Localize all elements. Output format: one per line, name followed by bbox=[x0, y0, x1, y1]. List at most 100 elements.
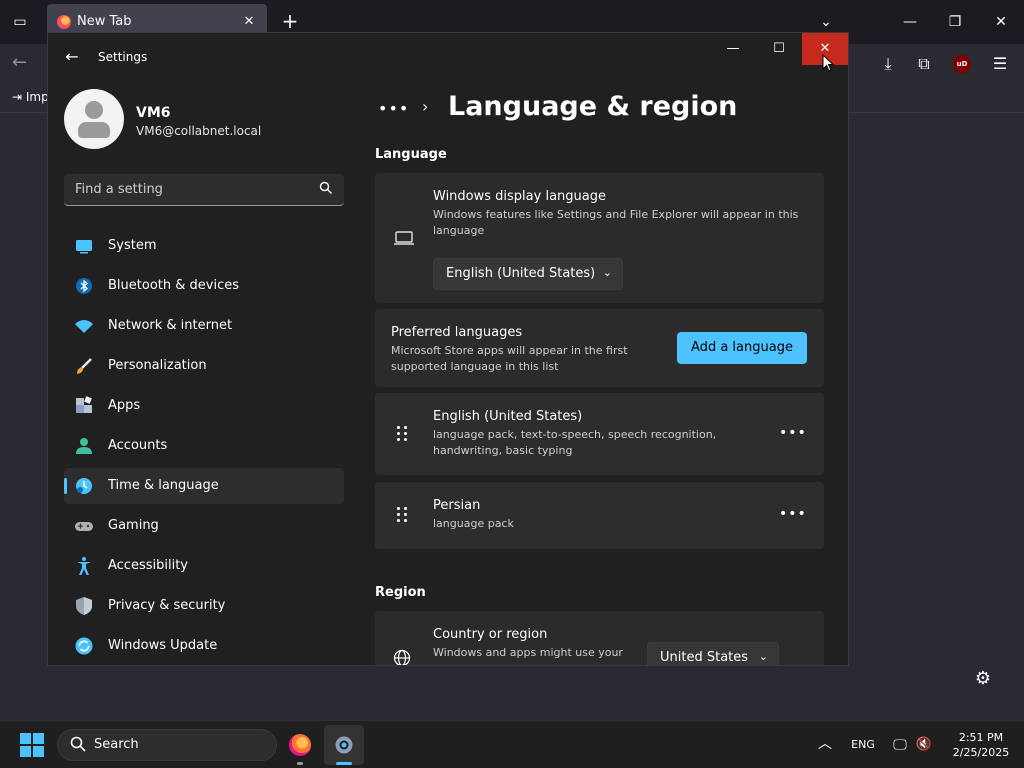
time-language-icon bbox=[74, 476, 94, 496]
minimize-button[interactable]: — bbox=[710, 33, 756, 65]
clock-date: 2/25/2025 bbox=[952, 746, 1010, 759]
display-language-card: Windows display language Windows feature… bbox=[375, 173, 824, 303]
search-icon bbox=[70, 736, 86, 756]
close-tab-button[interactable]: ✕ bbox=[239, 12, 259, 32]
add-language-button[interactable]: Add a language bbox=[677, 332, 807, 364]
language-item-persian[interactable]: Persian language pack ••• bbox=[375, 482, 824, 549]
sidebar-item-windows-update[interactable]: Windows Update bbox=[64, 628, 344, 664]
country-region-value: United States bbox=[660, 650, 749, 665]
bluetooth-icon bbox=[74, 276, 94, 296]
app-title: Settings bbox=[98, 50, 148, 64]
firefox-favicon-icon bbox=[57, 15, 71, 29]
hamburger-menu-icon[interactable]: ☰ bbox=[988, 52, 1012, 76]
start-button[interactable] bbox=[20, 733, 44, 757]
system-icon bbox=[74, 236, 94, 256]
breadcrumb-chevron-icon: › bbox=[422, 97, 429, 116]
sidebar-item-accessibility[interactable]: Accessibility bbox=[64, 548, 344, 584]
display-language-dropdown[interactable]: English (United States) ⌄ bbox=[433, 258, 623, 290]
taskbar-firefox-button[interactable] bbox=[280, 725, 320, 765]
clock[interactable]: 2:51 PM 2/25/2025 bbox=[948, 721, 1014, 768]
language-name: Persian bbox=[433, 498, 481, 513]
chevron-down-icon: ⌄ bbox=[602, 266, 612, 279]
more-options-button[interactable]: ••• bbox=[779, 506, 807, 522]
sidebar-item-label: Personalization bbox=[108, 358, 207, 373]
browser-restore-button[interactable]: ❐ bbox=[941, 8, 969, 36]
laptop-icon bbox=[393, 230, 414, 246]
avatar-head bbox=[85, 101, 103, 119]
accessibility-icon bbox=[74, 556, 94, 576]
settings-gear-icon bbox=[333, 734, 355, 756]
sidebar-item-apps[interactable]: Apps bbox=[64, 388, 344, 424]
profile-name: VM6 bbox=[136, 105, 171, 121]
downloads-icon[interactable]: ⤓ bbox=[876, 52, 900, 76]
network-icon[interactable]: 🖵 bbox=[890, 721, 910, 768]
search-icon[interactable] bbox=[318, 181, 334, 197]
running-indicator bbox=[297, 762, 303, 765]
ublock-origin-icon[interactable]: uD bbox=[953, 55, 971, 73]
sidebar-item-system[interactable]: System bbox=[64, 228, 344, 264]
language-name: English (United States) bbox=[433, 409, 583, 424]
sidebar-item-label: Time & language bbox=[108, 478, 219, 493]
sidebar-item-network[interactable]: Network & internet bbox=[64, 308, 344, 344]
sidebar-item-label: Privacy & security bbox=[108, 598, 226, 613]
sidebar-item-label: Bluetooth & devices bbox=[108, 278, 239, 293]
maximize-button[interactable]: ☐ bbox=[756, 33, 802, 65]
sidebar-item-gaming[interactable]: Gaming bbox=[64, 508, 344, 544]
gaming-icon bbox=[74, 516, 94, 536]
sidebar-item-personalization[interactable]: Personalization bbox=[64, 348, 344, 384]
browser-tab-title: New Tab bbox=[77, 14, 132, 29]
profile-email: VM6@collabnet.local bbox=[136, 124, 262, 138]
back-arrow-icon[interactable]: ← bbox=[62, 47, 82, 67]
avatar-body bbox=[78, 122, 110, 138]
clock-time: 2:51 PM bbox=[958, 731, 1004, 744]
chevron-down-icon: ⌄ bbox=[758, 650, 768, 663]
sidebar-item-bluetooth[interactable]: Bluetooth & devices bbox=[64, 268, 344, 304]
sidebar-item-label: Apps bbox=[108, 398, 141, 413]
wifi-icon bbox=[74, 316, 94, 336]
avatar[interactable] bbox=[64, 89, 124, 149]
mouse-cursor-icon bbox=[822, 53, 835, 72]
list-all-tabs-icon[interactable]: ▭ bbox=[8, 10, 32, 34]
language-indicator[interactable]: ENG bbox=[846, 721, 880, 768]
new-tab-button[interactable]: + bbox=[278, 10, 302, 34]
sidebar-item-label: Network & internet bbox=[108, 318, 233, 333]
sidebar-item-label: Windows Update bbox=[108, 638, 218, 653]
extensions-icon[interactable]: ⧉ bbox=[912, 52, 936, 76]
newtab-settings-gear-icon[interactable]: ⚙ bbox=[972, 668, 994, 690]
import-bookmarks-button[interactable]: ⇥ Imp bbox=[12, 90, 49, 104]
preferred-languages-title: Preferred languages bbox=[391, 325, 523, 340]
update-icon bbox=[74, 636, 94, 656]
search-box[interactable] bbox=[64, 174, 344, 206]
search-input[interactable] bbox=[64, 174, 314, 205]
tabs-menu-chevron-icon[interactable]: ⌄ bbox=[814, 10, 838, 34]
browser-minimize-button[interactable]: — bbox=[896, 8, 924, 36]
volume-muted-icon[interactable]: 🔇 bbox=[914, 721, 934, 768]
sidebar-item-accounts[interactable]: Accounts bbox=[64, 428, 344, 464]
page-title: Language & region bbox=[448, 91, 738, 122]
breadcrumb-more-button[interactable]: ••• bbox=[378, 99, 409, 118]
taskbar-search-box[interactable]: Search bbox=[57, 729, 277, 761]
globe-icon bbox=[393, 649, 413, 665]
sidebar-item-label: Accessibility bbox=[108, 558, 188, 573]
language-section-title: Language bbox=[375, 147, 447, 162]
drag-handle-icon[interactable] bbox=[397, 507, 411, 527]
accounts-icon bbox=[74, 436, 94, 456]
browser-close-button[interactable]: ✕ bbox=[987, 8, 1015, 36]
language-features: language pack bbox=[433, 517, 514, 530]
country-region-card: Country or region Windows and apps might… bbox=[375, 611, 824, 665]
country-region-dropdown[interactable]: United States ⌄ bbox=[647, 642, 779, 665]
sidebar-item-time-language[interactable]: Time & language bbox=[64, 468, 344, 504]
sidebar-item-label: System bbox=[108, 238, 157, 253]
language-item-english[interactable]: English (United States) language pack, t… bbox=[375, 393, 824, 475]
title-bar: ← Settings — ☐ ✕ bbox=[48, 33, 848, 81]
sidebar-item-privacy[interactable]: Privacy & security bbox=[64, 588, 344, 624]
active-indicator bbox=[336, 762, 352, 765]
taskbar-settings-button[interactable] bbox=[324, 725, 364, 765]
show-hidden-icons-chevron-icon[interactable]: ︿ bbox=[815, 721, 835, 768]
sidebar-item-label: Accounts bbox=[108, 438, 168, 453]
drag-handle-icon[interactable] bbox=[397, 426, 411, 446]
preferred-languages-subtitle: Microsoft Store apps will appear in the … bbox=[391, 344, 628, 373]
browser-back-icon[interactable]: ← bbox=[12, 52, 36, 76]
more-options-button[interactable]: ••• bbox=[779, 425, 807, 441]
taskbar-search-label: Search bbox=[94, 737, 139, 752]
